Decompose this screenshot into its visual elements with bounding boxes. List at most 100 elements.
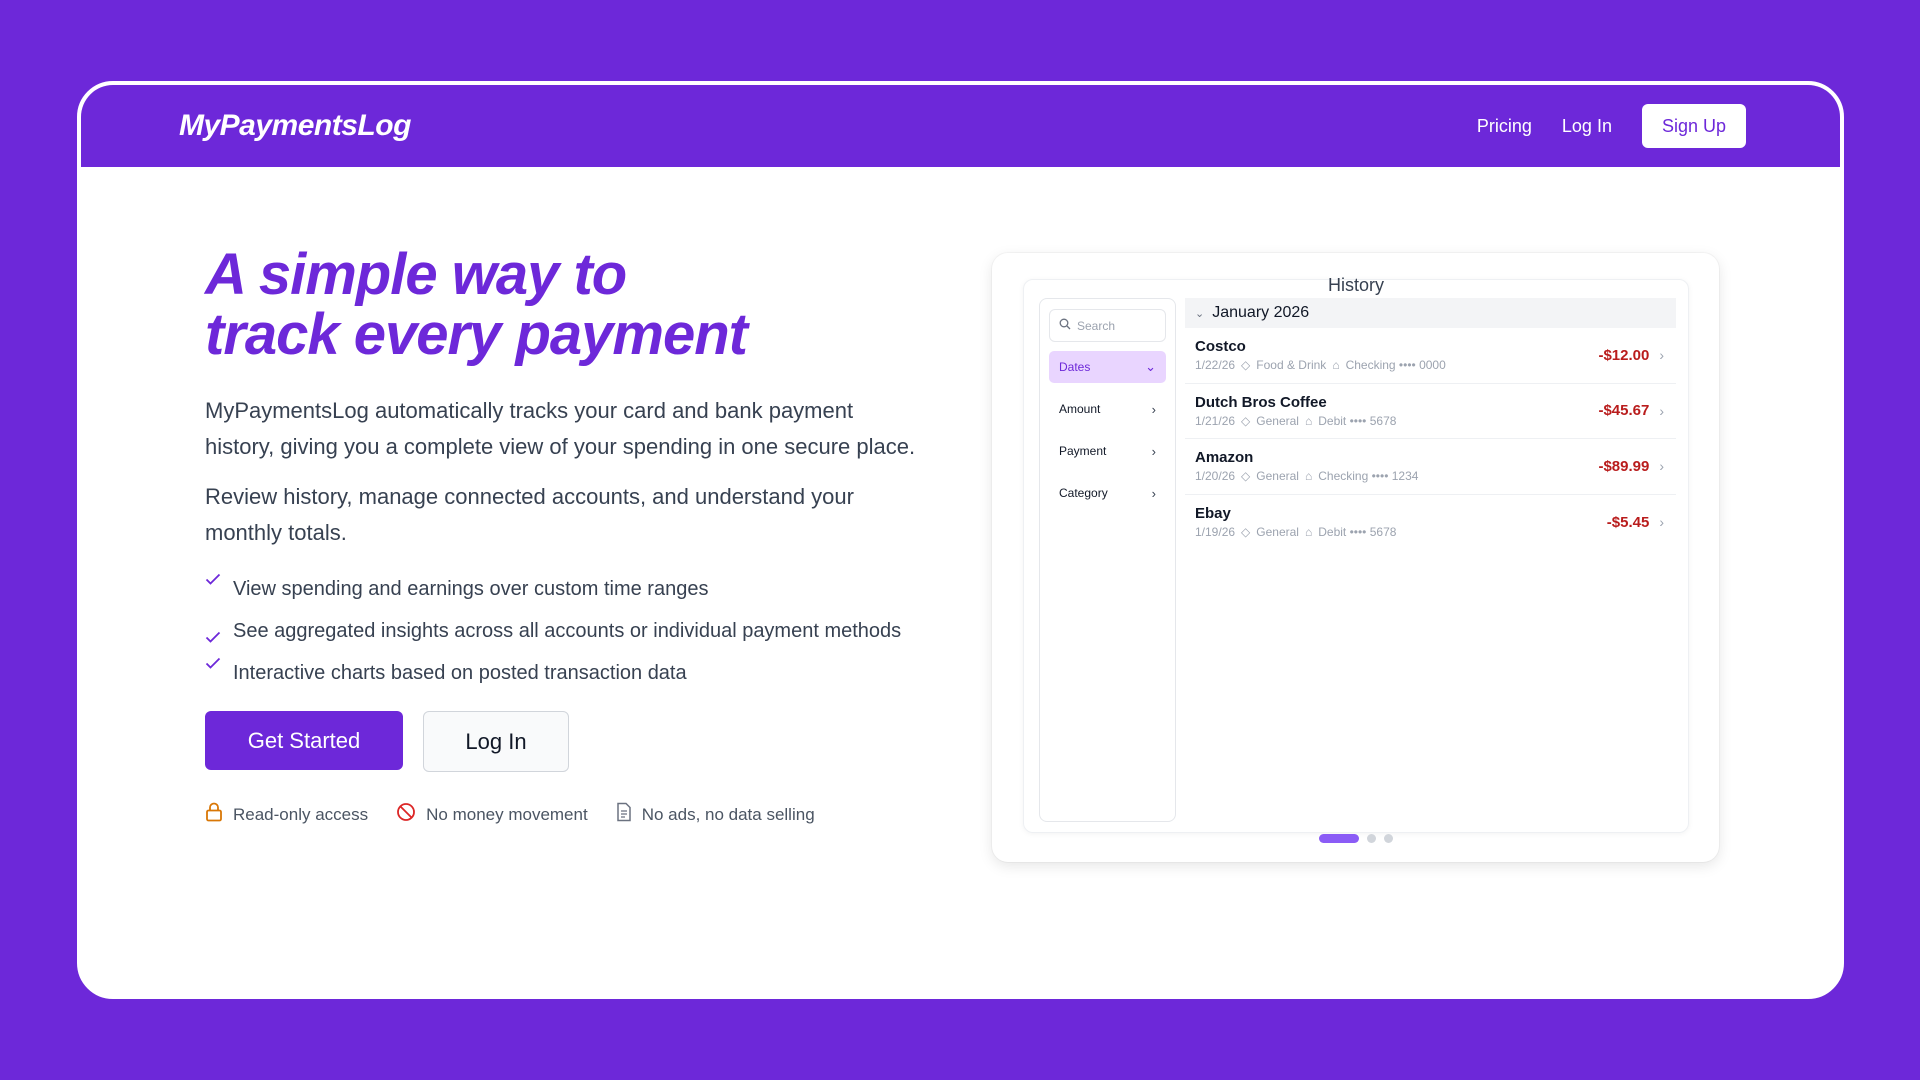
- history-panel: History Search Dates ⌄ Amount › Payment …: [1023, 275, 1689, 833]
- carousel-dot-active[interactable]: [1318, 834, 1359, 843]
- headline-line-1: A simple way to: [205, 242, 627, 307]
- get-started-button[interactable]: Get Started: [205, 711, 403, 770]
- document-icon: [616, 802, 632, 827]
- bank-icon: ⌂: [1332, 358, 1340, 373]
- transaction-category: General: [1256, 413, 1299, 428]
- hero-section: A simple way to track every payment MyPa…: [205, 245, 925, 827]
- logo[interactable]: MyPaymentsLog: [179, 109, 411, 143]
- chevron-right-icon: ›: [1151, 401, 1156, 417]
- main-card: MyPaymentsLog Pricing Log In Sign Up A s…: [77, 81, 1844, 999]
- transaction-category: General: [1256, 525, 1299, 540]
- trust-item-no-money: No money movement: [396, 802, 588, 827]
- search-input[interactable]: Search: [1049, 309, 1166, 342]
- transaction-amount: -$5.45: [1606, 513, 1650, 531]
- transaction-row[interactable]: Ebay 1/19/26 ◇ General ⌂ Debit •••• 5678…: [1185, 495, 1676, 551]
- transaction-name: Amazon: [1195, 449, 1254, 467]
- tag-icon: ◇: [1241, 469, 1251, 484]
- transaction-row[interactable]: Costco 1/22/26 ◇ Food & Drink ⌂ Checking…: [1185, 328, 1676, 384]
- transaction-row[interactable]: Amazon 1/20/26 ◇ General ⌂ Checking ••••…: [1185, 439, 1676, 495]
- nav-links: Pricing Log In Sign Up: [1477, 104, 1746, 148]
- prohibited-icon: [396, 802, 416, 827]
- chevron-right-icon: ›: [1659, 458, 1664, 475]
- transaction-account: Debit •••• 5678: [1318, 525, 1397, 540]
- filter-dates[interactable]: Dates ⌄: [1049, 351, 1166, 383]
- chevron-right-icon: ›: [1151, 485, 1156, 501]
- transaction-category: General: [1256, 469, 1299, 484]
- app-preview: History Search Dates ⌄ Amount › Payment …: [992, 253, 1719, 862]
- carousel-dot[interactable]: [1366, 834, 1376, 843]
- trust-label: No money movement: [426, 804, 588, 824]
- feature-item: See aggregated insights across all accou…: [205, 615, 925, 647]
- transaction-amount: -$89.99: [1598, 457, 1650, 475]
- transaction-date: 1/22/26: [1195, 358, 1236, 373]
- bank-icon: ⌂: [1304, 469, 1313, 484]
- chevron-down-icon: ⌄: [1195, 307, 1205, 320]
- top-nav: MyPaymentsLog Pricing Log In Sign Up: [81, 85, 1840, 167]
- check-icon: [205, 657, 221, 669]
- trust-label: No ads, no data selling: [641, 804, 815, 824]
- filter-label: Payment: [1059, 444, 1107, 458]
- transaction-date: 1/21/26: [1195, 413, 1236, 428]
- transaction-meta: 1/19/26 ◇ General ⌂ Debit •••• 5678: [1195, 525, 1396, 539]
- transaction-meta: 1/22/26 ◇ Food & Drink ⌂ Checking •••• 0…: [1195, 358, 1446, 372]
- carousel-indicators: [992, 834, 1719, 843]
- transaction-date: 1/20/26: [1195, 469, 1236, 484]
- check-icon: [205, 573, 221, 585]
- month-label: January 2026: [1212, 304, 1310, 321]
- filter-payment[interactable]: Payment ›: [1049, 435, 1166, 467]
- transaction-name: Dutch Bros Coffee: [1195, 393, 1327, 411]
- tag-icon: ◇: [1241, 358, 1251, 373]
- signup-button[interactable]: Sign Up: [1641, 104, 1746, 148]
- transaction-list: ⌄ January 2026 Costco 1/22/26 ◇ Food & D…: [1185, 298, 1676, 550]
- transaction-account: Debit •••• 5678: [1318, 413, 1397, 428]
- filter-category[interactable]: Category ›: [1049, 477, 1166, 509]
- hero-headline: A simple way to track every payment: [205, 245, 925, 365]
- history-title: History: [1327, 275, 1384, 295]
- filter-label: Dates: [1059, 360, 1091, 374]
- transaction-row[interactable]: Dutch Bros Coffee 1/21/26 ◇ General ⌂ De…: [1185, 384, 1676, 439]
- transaction-date: 1/19/26: [1195, 525, 1236, 540]
- trust-badges: Read-only access No money movement No ad…: [205, 802, 925, 827]
- feature-item: View spending and earnings over custom t…: [205, 573, 925, 605]
- filter-sidebar: Search Dates ⌄ Amount › Payment › Catego…: [1039, 298, 1176, 822]
- feature-item: Interactive charts based on posted trans…: [205, 657, 925, 689]
- tag-icon: ◇: [1241, 413, 1251, 428]
- search-placeholder: Search: [1077, 318, 1116, 333]
- feature-text: Interactive charts based on posted trans…: [233, 662, 687, 684]
- transaction-category: Food & Drink: [1256, 358, 1327, 373]
- transaction-meta: 1/20/26 ◇ General ⌂ Checking •••• 1234: [1195, 469, 1418, 483]
- nav-login-link[interactable]: Log In: [1562, 116, 1612, 137]
- chevron-right-icon: ›: [1151, 443, 1156, 459]
- login-button[interactable]: Log In: [423, 711, 569, 772]
- bank-icon: ⌂: [1304, 525, 1313, 540]
- chevron-right-icon: ›: [1659, 514, 1664, 531]
- check-icon: [205, 631, 221, 643]
- trust-item-readonly: Read-only access: [205, 802, 368, 827]
- chevron-right-icon: ›: [1659, 347, 1664, 364]
- transaction-meta: 1/21/26 ◇ General ⌂ Debit •••• 5678: [1195, 414, 1396, 428]
- hero-description-secondary: Review history, manage connected account…: [205, 484, 854, 545]
- feature-text: See aggregated insights across all accou…: [233, 620, 902, 642]
- transaction-name: Ebay: [1195, 505, 1231, 523]
- feature-list: View spending and earnings over custom t…: [205, 573, 925, 689]
- carousel-dot[interactable]: [1383, 834, 1393, 843]
- chevron-down-icon: ⌄: [1145, 359, 1156, 374]
- search-icon: [1059, 318, 1071, 333]
- lock-icon: [205, 802, 223, 827]
- headline-line-2: track every payment: [205, 302, 748, 367]
- cta-buttons: Get Started Log In: [205, 711, 925, 772]
- transaction-amount: -$45.67: [1598, 402, 1650, 420]
- month-header[interactable]: ⌄ January 2026: [1185, 298, 1676, 328]
- transaction-account: Checking •••• 1234: [1318, 469, 1419, 484]
- chevron-right-icon: ›: [1659, 402, 1664, 419]
- filter-label: Category: [1059, 486, 1108, 500]
- filter-label: Amount: [1059, 402, 1101, 416]
- trust-item-no-ads: No ads, no data selling: [616, 802, 815, 827]
- nav-pricing-link[interactable]: Pricing: [1477, 116, 1532, 137]
- transaction-name: Costco: [1195, 338, 1246, 356]
- transaction-amount: -$12.00: [1598, 346, 1650, 364]
- trust-label: Read-only access: [233, 804, 369, 824]
- feature-text: View spending and earnings over custom t…: [233, 578, 709, 600]
- filter-amount[interactable]: Amount ›: [1049, 393, 1166, 425]
- hero-description: MyPaymentsLog automatically tracks your …: [205, 398, 916, 459]
